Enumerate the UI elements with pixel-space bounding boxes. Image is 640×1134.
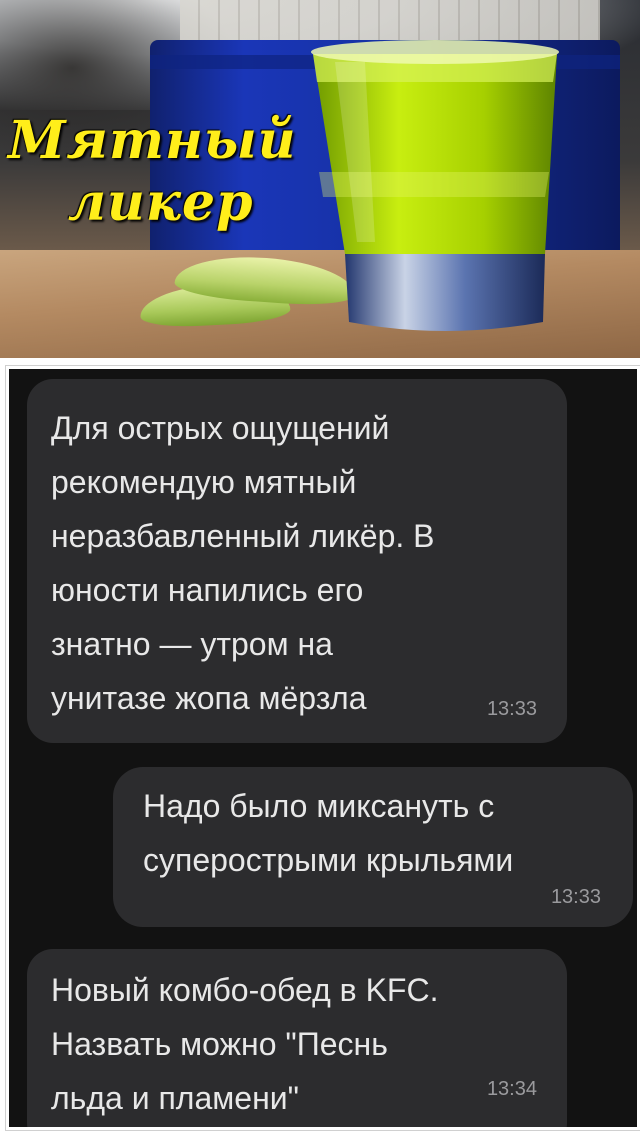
- message-bubble-outgoing: Надо было миксануть с суперострыми крыль…: [113, 767, 633, 927]
- message-timestamp: 13:33: [550, 886, 601, 908]
- glass-base: [345, 254, 545, 331]
- message-text: Надо было миксануть с суперострыми крыль…: [143, 788, 514, 878]
- shot-glass-image: [311, 40, 559, 331]
- banner-title-line2: ликер: [68, 172, 254, 233]
- message-bubble-incoming: Новый комбо-обед в KFC. Назвать можно "П…: [27, 949, 567, 1127]
- message-text: Новый комбо-обед в KFC. Назвать можно "П…: [51, 972, 439, 1116]
- message-bubble-incoming: Для острых ощущений рекомендую мятный не…: [27, 379, 567, 743]
- message-timestamp: 13:33: [486, 698, 537, 720]
- divider: [0, 358, 640, 366]
- banner-title: Мятный ликер: [8, 110, 328, 234]
- photo-banner: Мятный ликер: [0, 0, 640, 358]
- chat-screenshot: Для острых ощущений рекомендую мятный не…: [6, 366, 640, 1130]
- banner-title-line1: Мятный: [8, 110, 297, 171]
- message-timestamp: 13:34: [486, 1078, 537, 1100]
- message-text: Для острых ощущений рекомендую мятный не…: [51, 410, 435, 716]
